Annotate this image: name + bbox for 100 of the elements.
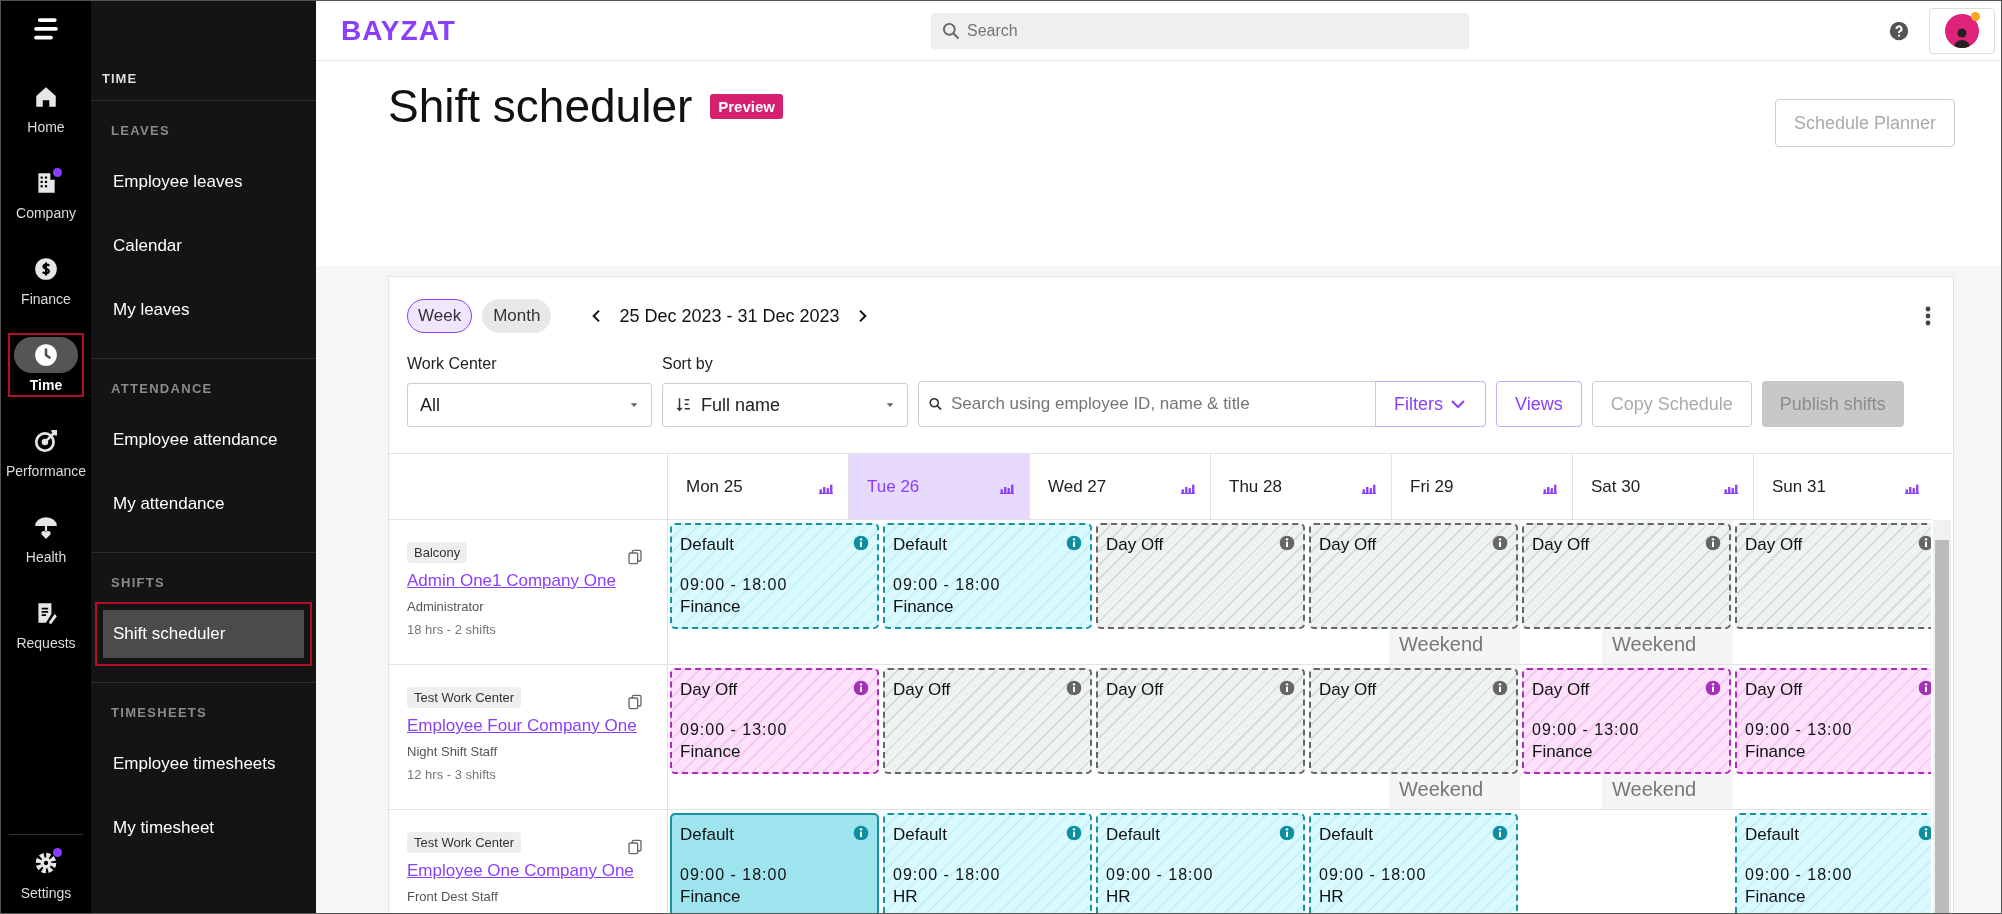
shift-card[interactable]: Default 09:00 - 18:00 Finance xyxy=(883,523,1092,629)
day-label: Sat 30 xyxy=(1591,476,1641,497)
caret-icon xyxy=(885,400,895,410)
copy-icon xyxy=(627,838,643,856)
shift-title: Default xyxy=(893,825,947,845)
shift-card[interactable]: Default 09:00 - 18:00 HR xyxy=(1096,813,1305,913)
shift-card[interactable]: Default 09:00 - 18:00 Finance xyxy=(1735,813,1931,913)
shift-time: 09:00 - 13:00 xyxy=(1532,721,1640,739)
shift-title: Day Off xyxy=(893,680,951,700)
shift-time: 09:00 - 18:00 xyxy=(1106,866,1214,884)
shift-title: Default xyxy=(1745,825,1799,845)
info-icon xyxy=(1705,680,1721,696)
sidebar-item[interactable]: Employee leaves xyxy=(95,150,312,214)
info-icon xyxy=(1279,535,1295,551)
section-heading: ATTENDANCE xyxy=(110,381,214,398)
info-icon xyxy=(1279,825,1295,841)
notification-dot xyxy=(1971,11,1980,21)
clock-icon xyxy=(33,342,59,368)
nav-item[interactable]: Company xyxy=(8,161,84,225)
sidebar-item[interactable]: My timesheet xyxy=(95,796,312,860)
nav-item[interactable]: Health xyxy=(8,505,84,569)
toolbar-button[interactable]: Views xyxy=(1496,381,1582,427)
shift-card[interactable]: Default 09:00 - 18:00 Finance xyxy=(670,523,879,629)
shift-card[interactable]: Day Off xyxy=(1309,523,1518,629)
info-icon xyxy=(853,535,869,551)
shift-card[interactable]: Day Off 09:00 - 13:00 Finance xyxy=(1735,668,1931,774)
shift-department: Finance xyxy=(1532,742,1593,762)
shift-card[interactable]: Day Off 09:00 - 13:00 Finance xyxy=(670,668,879,774)
shift-title: Day Off xyxy=(680,680,738,700)
shift-time: 09:00 - 18:00 xyxy=(1745,866,1853,884)
shift-card[interactable]: Day Off 09:00 - 13:00 Finance xyxy=(1522,668,1731,774)
shift-card[interactable]: Day Off xyxy=(1096,668,1305,774)
shift-department: Finance xyxy=(680,742,741,762)
section-heading: TIMESHEETS xyxy=(110,705,209,722)
shift-summary: 12 hrs - 3 shifts xyxy=(407,767,496,782)
shift-title: Day Off xyxy=(1319,535,1377,555)
day-label: Sun 31 xyxy=(1772,476,1826,497)
toolbar-button[interactable]: Filters xyxy=(1375,381,1486,427)
info-icon xyxy=(1705,535,1721,551)
employee-name-link[interactable]: Admin One1 Company One xyxy=(407,571,616,591)
view-tab[interactable]: Month xyxy=(482,299,552,333)
nav-item[interactable]: Finance xyxy=(8,247,84,311)
shift-card[interactable]: Default 09:00 - 18:00 HR xyxy=(1309,813,1518,913)
info-icon xyxy=(853,680,869,696)
shift-card[interactable]: Day Off xyxy=(1309,668,1518,774)
employee-search-field[interactable]: Search using employee ID, name & title xyxy=(918,381,1376,427)
copy-icon xyxy=(627,548,643,566)
shift-title: Day Off xyxy=(1745,680,1803,700)
search-field[interactable]: Search xyxy=(931,12,1469,49)
shift-card[interactable]: Day Off xyxy=(1096,523,1305,629)
employee-name-link[interactable]: Employee Four Company One xyxy=(407,716,637,736)
nav-item[interactable]: Requests xyxy=(8,591,84,655)
shift-card[interactable]: Default 09:00 - 18:00 Finance xyxy=(670,813,879,913)
nav-item[interactable]: Performance xyxy=(8,419,84,483)
shift-title: Day Off xyxy=(1745,535,1803,555)
work-center-tag: Test Work Center xyxy=(407,687,522,708)
section-heading: LEAVES xyxy=(110,123,171,140)
info-icon xyxy=(1279,680,1295,696)
logo: BAYZAT xyxy=(341,14,457,47)
nav-item[interactable]: Time xyxy=(8,333,84,397)
shift-time: 09:00 - 13:00 xyxy=(680,721,788,739)
shift-card[interactable]: Day Off xyxy=(1522,523,1731,629)
sidebar-item[interactable]: My leaves xyxy=(95,278,312,342)
shift-title: Day Off xyxy=(1532,535,1590,555)
shift-time: 09:00 - 18:00 xyxy=(680,866,788,884)
settings-item[interactable]: Settings xyxy=(8,834,84,905)
scrollbar[interactable] xyxy=(1933,520,1951,913)
shift-department: Finance xyxy=(680,597,741,617)
sidebar-item[interactable]: My attendance xyxy=(95,472,312,536)
employee-role: Night Shift Staff xyxy=(407,744,498,759)
notification-dot xyxy=(53,168,62,177)
dropdown-field[interactable]: All xyxy=(407,383,652,427)
umbrella-icon xyxy=(33,514,59,540)
search-icon xyxy=(928,396,943,412)
sidebar-item[interactable]: Calendar xyxy=(95,214,312,278)
sidebar-item[interactable]: Employee timesheets xyxy=(95,732,312,796)
nav-item[interactable]: Home xyxy=(8,75,84,139)
copy-icon xyxy=(627,693,643,711)
shift-title: Default xyxy=(680,535,734,555)
shift-card[interactable]: Default 09:00 - 18:00 HR xyxy=(883,813,1092,913)
shift-time: 09:00 - 18:00 xyxy=(893,576,1001,594)
dropdown-field[interactable]: Full name xyxy=(662,383,908,427)
settings-icon xyxy=(33,850,59,876)
info-icon xyxy=(1492,535,1508,551)
day-label: Thu 28 xyxy=(1229,476,1282,497)
shift-department: HR xyxy=(1106,887,1131,907)
shift-card[interactable]: Day Off xyxy=(1735,523,1931,629)
weekend-label: Weekend xyxy=(1611,777,1698,801)
profile-button[interactable] xyxy=(1929,7,1995,54)
shift-title: Default xyxy=(893,535,947,555)
info-icon xyxy=(1918,680,1931,696)
employee-name-link[interactable]: Employee One Company One xyxy=(407,861,634,881)
shift-title: Default xyxy=(680,825,734,845)
view-tab[interactable]: Week xyxy=(407,299,473,333)
sidebar-item[interactable]: Employee attendance xyxy=(95,408,312,472)
info-icon xyxy=(1918,535,1931,551)
work-center-tag: Balcony xyxy=(407,542,468,563)
sidebar-item[interactable]: Shift scheduler xyxy=(95,602,312,666)
shift-card[interactable]: Day Off xyxy=(883,668,1092,774)
info-icon xyxy=(853,825,869,841)
